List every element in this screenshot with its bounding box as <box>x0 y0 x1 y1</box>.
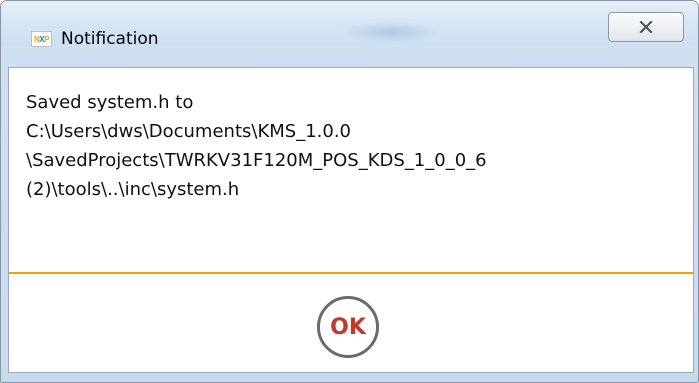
ok-button[interactable]: OK <box>317 296 379 358</box>
message-line: C:\Users\dws\Documents\KMS_1.0.0 <box>26 121 352 142</box>
separator-line <box>9 272 693 274</box>
message-line: Saved system.h to <box>26 92 194 113</box>
close-button[interactable] <box>608 12 684 42</box>
message-line: (2)\tools\..\inc\system.h <box>26 179 240 200</box>
title-bar-glare <box>341 21 441 43</box>
message-text: Saved system.h to C:\Users\dws\Documents\… <box>26 88 676 204</box>
close-icon <box>639 21 653 33</box>
title-bar[interactable]: NXP Notification <box>1 1 698 49</box>
message-line: \SavedProjects\TWRKV31F120M_POS_KDS_1_0_… <box>26 150 487 171</box>
nxp-logo-icon: NXP <box>31 31 52 47</box>
window-title: Notification <box>61 29 159 49</box>
